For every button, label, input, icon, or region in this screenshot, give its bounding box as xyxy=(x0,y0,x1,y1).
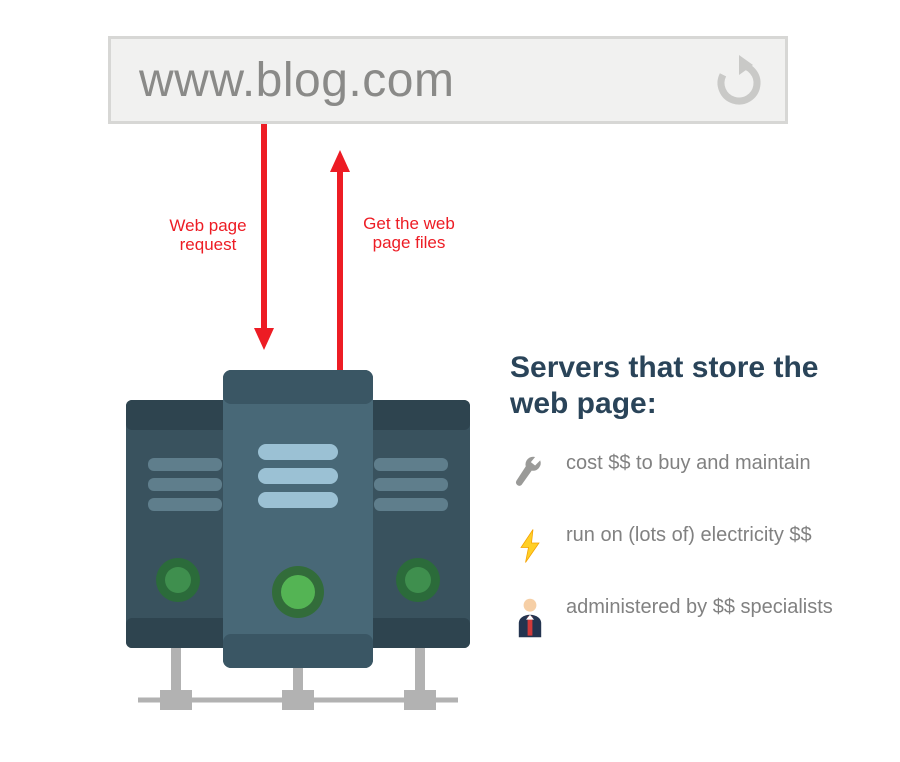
person-icon xyxy=(510,594,550,642)
info-item-text: run on (lots of) electricity $$ xyxy=(566,522,812,548)
wrench-icon xyxy=(510,450,550,498)
reload-icon[interactable] xyxy=(711,55,767,111)
request-label: Web pagerequest xyxy=(160,216,256,254)
info-item-text: cost $$ to buy and maintain xyxy=(566,450,811,476)
address-bar[interactable]: www.blog.com xyxy=(108,36,788,124)
request-arrow xyxy=(254,124,274,355)
info-heading: Servers that store the web page: xyxy=(510,350,870,422)
server-front xyxy=(223,370,373,668)
info-item: administered by $$ specialists xyxy=(510,594,870,642)
address-text: www.blog.com xyxy=(139,53,454,108)
server-info-panel: Servers that store the web page: cost $$… xyxy=(510,350,870,666)
response-arrow xyxy=(330,150,350,385)
lightning-icon xyxy=(510,522,550,570)
response-label: Get the webpage files xyxy=(354,214,464,252)
info-item-text: administered by $$ specialists xyxy=(566,594,833,620)
info-item: run on (lots of) electricity $$ xyxy=(510,522,870,570)
info-item: cost $$ to buy and maintain xyxy=(510,450,870,498)
server-cluster-illustration xyxy=(108,370,488,740)
